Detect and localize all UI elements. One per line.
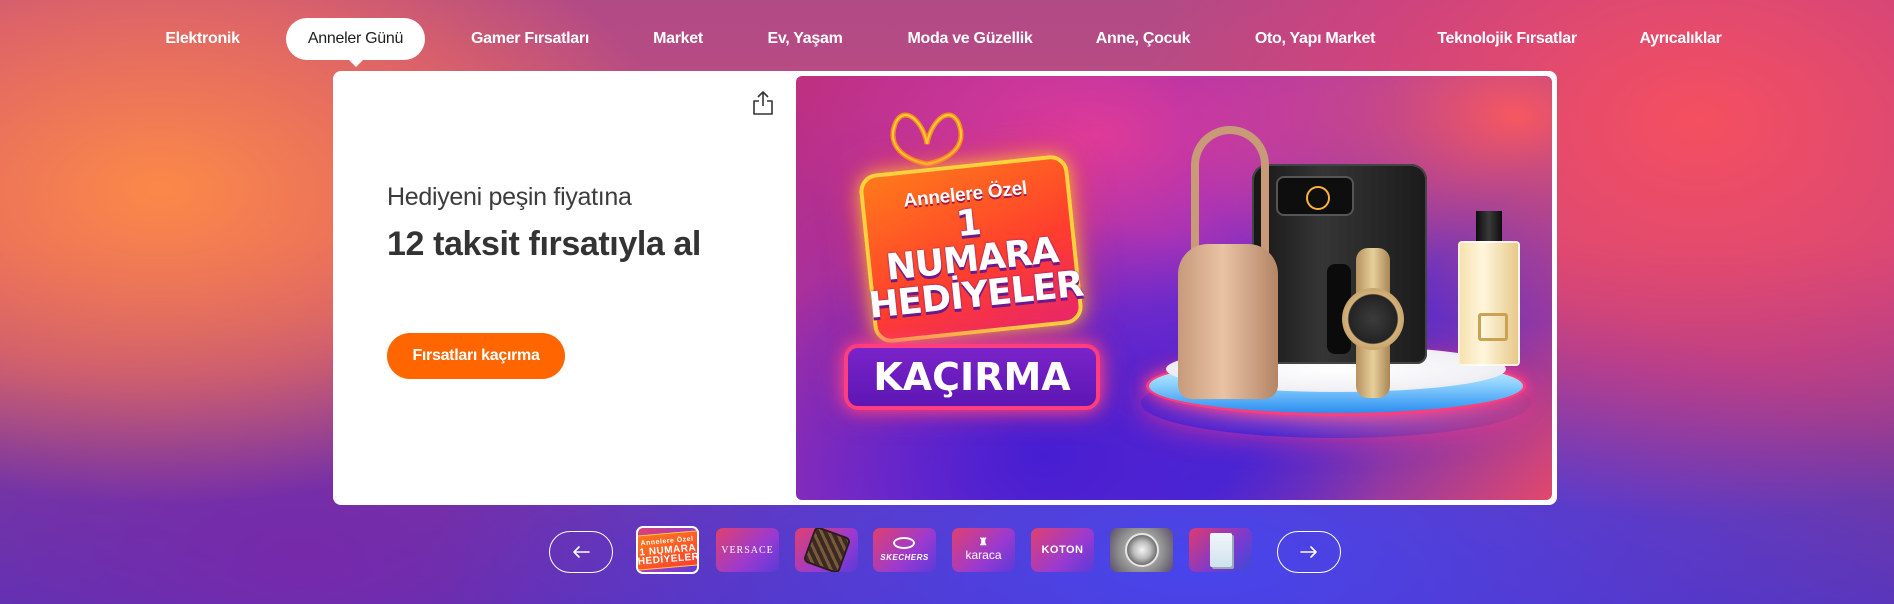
air-fryer-panel	[1276, 176, 1354, 216]
perfume-cap	[1476, 211, 1502, 243]
thumb-4-label: SKECHERS	[880, 537, 928, 563]
perfume-image	[1458, 241, 1520, 366]
nav-item-moda-guzellik[interactable]: Moda ve Güzellik	[900, 18, 1040, 60]
carousel-thumb-3[interactable]	[795, 528, 858, 572]
smartwatch-image	[1342, 288, 1404, 350]
carousel-thumb-6[interactable]: KOTON	[1031, 528, 1094, 572]
hero-headline: 12 taksit fırsatıyla al	[387, 225, 701, 263]
thumb-5-label: ♜ karaca	[965, 537, 1002, 562]
nav-item-market[interactable]: Market	[640, 18, 716, 60]
thumb-2-label: VERSACE	[721, 544, 774, 556]
arrow-left-icon	[573, 546, 590, 558]
air-fryer-image	[1252, 164, 1427, 364]
hero-subtitle: Hediyeni peşin fiyatına	[387, 183, 632, 211]
nav-item-elektronik[interactable]: Elektronik	[150, 18, 255, 60]
carousel-next-button[interactable]	[1277, 531, 1341, 573]
thumb-6-label: KOTON	[1041, 544, 1084, 556]
gift-bow-icon	[890, 112, 964, 167]
nav-item-oto-yapi-market[interactable]: Oto, Yapı Market	[1247, 18, 1383, 60]
gift-box-graphic: Annelere Özel 1 NUMARA HEDİYELER	[857, 153, 1085, 345]
hero-card: Hediyeni peşin fiyatına 12 taksit fırsat…	[333, 71, 1557, 505]
carousel-thumb-5[interactable]: ♜ karaca	[952, 528, 1015, 572]
karaca-crown-icon: ♜	[978, 537, 989, 548]
nav-item-ayricaliklar[interactable]: Ayrıcalıklar	[1633, 18, 1728, 60]
carousel-thumb-8[interactable]	[1189, 528, 1252, 572]
cta-button[interactable]: Fırsatları kaçırma	[387, 333, 565, 379]
nav-item-teknolojik-firsatlar[interactable]: Teknolojik Fırsatlar	[1432, 18, 1582, 60]
thumb-1-label: Annelere Özel 1 NUMARA HEDİYELER	[638, 529, 697, 571]
share-button[interactable]	[745, 85, 781, 121]
carousel-prev-button[interactable]	[549, 531, 613, 573]
category-nav: Elektronik Anneler Günü Gamer Fırsatları…	[0, 18, 1894, 67]
handbag-image	[1178, 244, 1278, 399]
robot-vacuum-icon	[1124, 533, 1159, 567]
appliance-box-icon	[1209, 533, 1232, 567]
hero-banner[interactable]: Annelere Özel 1 NUMARA HEDİYELER KAÇIRMA	[796, 76, 1552, 500]
carousel-thumb-2[interactable]: VERSACE	[716, 528, 779, 572]
carousel-thumb-4[interactable]: SKECHERS	[873, 528, 936, 572]
kacirma-badge: KAÇIRMA	[844, 344, 1100, 410]
nav-item-anneler-gunu[interactable]: Anneler Günü	[286, 18, 425, 67]
carousel-thumb-7[interactable]	[1110, 528, 1173, 572]
carousel-thumb-1[interactable]: Annelere Özel 1 NUMARA HEDİYELER	[636, 526, 699, 574]
skechers-logo-icon	[893, 537, 916, 549]
share-icon	[753, 91, 773, 115]
kacirma-text: KAÇIRMA	[873, 355, 1071, 399]
nav-item-ev-yasam[interactable]: Ev, Yaşam	[755, 18, 855, 60]
nav-item-anne-cocuk[interactable]: Anne, Çocuk	[1085, 18, 1201, 60]
jewelry-box-icon	[804, 528, 849, 572]
arrow-right-icon	[1300, 546, 1317, 558]
nav-item-gamer-firsatlari[interactable]: Gamer Fırsatları	[465, 18, 595, 60]
